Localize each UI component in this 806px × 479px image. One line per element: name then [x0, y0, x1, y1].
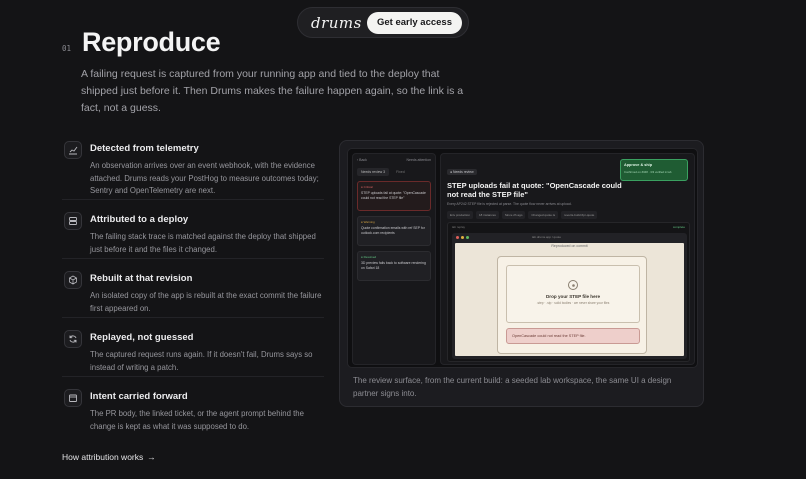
feature-desc: An observation arrives over an event web…: [90, 161, 319, 195]
issue-list-item[interactable]: ● Critical STEP uploads fail at quote: "…: [357, 181, 431, 211]
server-stack-icon: [64, 212, 82, 230]
approve-subtitle: Confirmed on #348 · 3/3 verified in lab: [624, 170, 672, 174]
issue-detail: ● Needs review STEP uploads fail at quot…: [440, 153, 695, 365]
refresh-icon: [64, 330, 82, 348]
feature-title: Intent carried forward: [90, 391, 188, 402]
tab-needs-review[interactable]: Needs review 3: [357, 168, 390, 176]
sidebar-meta: Needs attention: [406, 158, 431, 162]
meta-chip: 18 instances: [476, 211, 499, 219]
drums-logo[interactable]: drums: [311, 14, 362, 32]
status-badge: ● Warning: [361, 220, 375, 224]
issue-meta-chips: Env production 18 instances Since 2h ago…: [447, 211, 688, 219]
feature-desc: The PR body, the linked ticket, or the a…: [90, 409, 304, 431]
drop-subtitle: .step · .stp · solid bodies · we never s…: [536, 301, 610, 305]
issue-list-item[interactable]: ● Warning Quote confirmation emails with…: [357, 216, 431, 246]
issue-text: STEP uploads fail at quote: "OpenCascade…: [361, 191, 426, 200]
issue-title: STEP uploads fail at quote: "OpenCascade…: [447, 181, 622, 199]
section-title: Reproduce: [82, 27, 221, 57]
window-label: lab replay: [452, 225, 466, 229]
section-intro: A failing request is captured from your …: [81, 68, 464, 114]
upload-icon: [568, 280, 578, 290]
url-bar: lab.drums.app / quote: [532, 235, 562, 239]
browser-frame: lab.drums.app / quote Reproduced on comm…: [452, 233, 687, 359]
arrow-right-icon: →: [147, 452, 156, 462]
issue-sidebar: ‹ Back Needs attention Needs review 3 Fi…: [352, 153, 436, 365]
feature-title: Replayed, not guessed: [90, 332, 194, 343]
approve-ship-button[interactable]: Approve & ship Confirmed on #348 · 3/3 v…: [620, 159, 688, 181]
issue-text: 3D preview fails back to software render…: [361, 261, 426, 270]
preview-caption: The review surface, from the current bui…: [353, 376, 672, 398]
feature-item: Intent carried forward The PR body, the …: [62, 377, 324, 436]
window-controls: [456, 236, 469, 239]
replayed-page: Reproduced on commit Drop your STEP file…: [455, 243, 684, 356]
telemetry-chart-icon: [64, 141, 82, 159]
get-early-access-button[interactable]: Get early access: [366, 11, 462, 34]
issue-text: Quote confirmation emails with ref SEP f…: [361, 226, 425, 235]
link-label: How attribution works: [62, 452, 144, 462]
review-surface-card: ‹ Back Needs attention Needs review 3 Fi…: [339, 140, 704, 407]
feature-item: Replayed, not guessed The captured reque…: [62, 318, 324, 377]
lab-replay-window: lab replay complete lab.drums.app / quot…: [447, 222, 690, 362]
calendar-ticket-icon: [64, 389, 82, 407]
tab-fixed[interactable]: Fixed: [392, 168, 409, 176]
meta-chip: Changed quote.ts: [528, 211, 559, 219]
meta-chip: reverts-build #pr-quote: [561, 211, 598, 219]
upload-modal: Drop your STEP file here .step · .stp · …: [497, 256, 647, 354]
error-message: OpenCascade could not read the STEP file…: [506, 328, 640, 344]
feature-title: Attributed to a deploy: [90, 214, 189, 225]
close-dot-icon: [456, 236, 459, 239]
section-number: 01: [62, 44, 72, 53]
feature-desc: The failing stack trace is matched again…: [90, 232, 316, 254]
status-badge: ● Resolved: [361, 255, 377, 259]
feature-title: Detected from telemetry: [90, 143, 199, 154]
maximize-dot-icon: [466, 236, 469, 239]
how-attribution-works-link[interactable]: How attribution works →: [62, 452, 156, 462]
app-screenshot: ‹ Back Needs attention Needs review 3 Fi…: [347, 148, 698, 368]
issue-list-item[interactable]: ● Resolved 3D preview fails back to soft…: [357, 251, 431, 281]
minimize-dot-icon: [461, 236, 464, 239]
status-badge: ● Needs review: [447, 169, 477, 175]
back-link[interactable]: ‹ Back: [357, 158, 367, 162]
issue-subtitle: Every AP242 STEP file is rejected at par…: [447, 202, 572, 206]
status-badge: ● Critical: [361, 185, 373, 189]
feature-desc: An isolated copy of the app is rebuilt a…: [90, 291, 322, 313]
package-box-icon: [64, 271, 82, 289]
feature-item: Rebuilt at that revision An isolated cop…: [62, 259, 324, 318]
drop-title: Drop your STEP file here: [545, 294, 601, 299]
top-nav: drums Get early access: [297, 7, 469, 38]
approve-title: Approve & ship: [624, 163, 653, 167]
file-drop-zone[interactable]: Drop your STEP file here .step · .stp · …: [506, 265, 640, 323]
feature-desc: The captured request runs again. If it d…: [90, 350, 313, 372]
meta-chip: Since 2h ago: [501, 211, 526, 219]
window-status: complete: [672, 225, 685, 229]
feature-item: Detected from telemetry An observation a…: [62, 138, 324, 200]
page-heading: Reproduced on commit: [551, 244, 588, 248]
feature-list: Detected from telemetry An observation a…: [62, 138, 324, 436]
meta-chip: Env production: [447, 211, 474, 219]
feature-item: Attributed to a deploy The failing stack…: [62, 200, 324, 259]
feature-title: Rebuilt at that revision: [90, 273, 193, 284]
